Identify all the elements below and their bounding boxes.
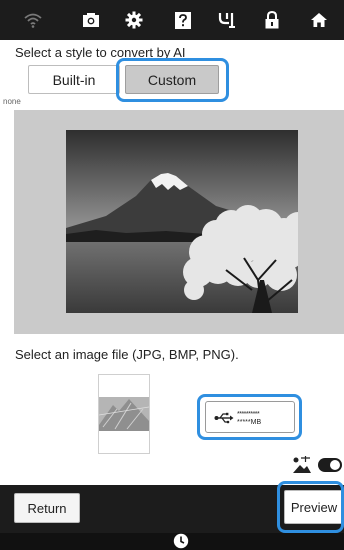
status-bar	[0, 533, 344, 550]
preview-button[interactable]: Preview	[284, 490, 344, 524]
help-icon[interactable]	[166, 6, 200, 34]
image-landscape-icon[interactable]	[292, 456, 312, 474]
usb-capacity-unit: *****MB	[237, 419, 262, 426]
home-icon[interactable]	[302, 6, 336, 34]
usb-capacity-placeholder: **********	[237, 411, 260, 418]
embroidery-machine-icon[interactable]	[210, 6, 244, 34]
style-preview-area	[14, 110, 344, 334]
selected-style-name: none	[3, 97, 21, 106]
wifi-icon[interactable]	[16, 6, 50, 34]
style-section-label: Select a style to convert by AI	[15, 45, 186, 60]
clock-icon	[173, 533, 189, 549]
preview-image	[66, 130, 298, 313]
settings-gear-icon[interactable]	[117, 6, 151, 34]
custom-style-tab[interactable]: Custom	[125, 65, 219, 94]
builtin-style-tab[interactable]: Built-in	[28, 65, 120, 94]
file-section-label: Select an image file (JPG, BMP, PNG).	[15, 347, 239, 362]
top-toolbar	[0, 0, 344, 40]
image-mode-controls	[290, 454, 344, 478]
camera-icon[interactable]	[74, 6, 108, 34]
return-button[interactable]: Return	[14, 493, 80, 523]
lock-icon[interactable]	[255, 6, 289, 34]
selected-file-thumbnail[interactable]	[98, 374, 150, 454]
toggle-switch-icon[interactable]	[318, 458, 342, 472]
usb-icon	[214, 412, 234, 424]
usb-source-button[interactable]: ********** *****MB	[205, 401, 295, 433]
